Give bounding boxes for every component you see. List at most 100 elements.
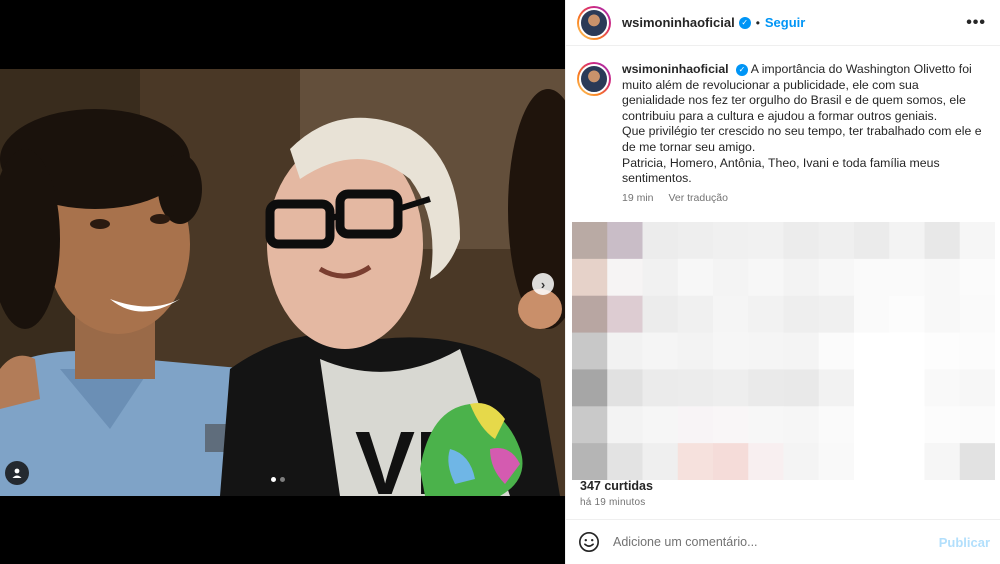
pixel-block [783, 295, 820, 334]
pixel-block [748, 258, 784, 297]
likes-count[interactable]: 347 curtidas [580, 479, 653, 493]
pixel-block [572, 332, 608, 370]
pixel-block [748, 295, 784, 334]
pixel-block [889, 369, 925, 407]
post-photo[interactable]: VI [0, 69, 565, 496]
pixel-block [924, 222, 961, 260]
post-header: wsimoninhaoficial ✓ • Seguir ••• [566, 0, 1000, 46]
pixel-block [607, 222, 643, 260]
pixel-block [572, 369, 608, 407]
pixel-block [642, 332, 679, 370]
pixel-block [713, 332, 749, 370]
author-username[interactable]: wsimoninhaoficial [622, 15, 735, 30]
post-details-panel: wsimoninhaoficial ✓ • Seguir ••• wsimoni… [565, 0, 1000, 564]
caption-body: wsimoninhaoficial ✓ A importância do Was… [622, 62, 982, 204]
pixel-block [924, 332, 961, 370]
post-date[interactable]: há 19 minutos [580, 497, 645, 508]
pixel-block [854, 332, 890, 370]
pixel-block [572, 406, 608, 444]
caption-avatar[interactable] [577, 62, 611, 96]
pixel-block [889, 295, 925, 334]
pixel-block [607, 443, 643, 480]
pixel-block [854, 443, 890, 480]
pixel-block [748, 332, 784, 370]
pixel-block [748, 443, 784, 480]
pixel-block [748, 222, 784, 260]
follow-button[interactable]: Seguir [765, 15, 805, 30]
pixel-block [854, 369, 890, 407]
emoji-icon[interactable] [578, 531, 600, 553]
pixel-block [818, 295, 855, 334]
caption-meta: 19 min Ver tradução [622, 192, 982, 204]
pixel-block [783, 332, 820, 370]
pixel-block [607, 369, 643, 407]
pixel-block [713, 406, 749, 444]
pixel-block [677, 295, 714, 334]
instagram-post-view: VI › wsimoninhaoficial ✓ • Seguir ••• ws… [0, 0, 1000, 564]
pixel-block [854, 295, 890, 334]
add-comment-bar: Publicar [566, 519, 1000, 564]
pixel-block [748, 406, 784, 444]
post-media-pane: VI › [0, 0, 565, 564]
pixel-block [959, 406, 995, 444]
pixel-block [959, 295, 995, 334]
pixel-block [854, 222, 890, 260]
next-slide-button[interactable]: › [532, 273, 554, 295]
pixel-block [959, 369, 995, 407]
pixel-block [713, 369, 749, 407]
carousel-indicator [271, 477, 285, 482]
carousel-dot-1 [271, 477, 276, 482]
photo-illustration: VI [0, 69, 565, 496]
pixel-block [924, 295, 961, 334]
pixel-block [713, 443, 749, 480]
carousel-dot-2 [280, 477, 285, 482]
pixel-block [818, 406, 855, 444]
pixel-block [713, 258, 749, 297]
pixel-block [818, 332, 855, 370]
comments-blurred-area [572, 222, 995, 480]
verified-badge-icon: ✓ [738, 16, 751, 29]
more-options-icon[interactable]: ••• [966, 14, 986, 32]
caption-line-3: Patricia, Homero, Antônia, Theo, Ivani e… [622, 155, 940, 186]
pixel-block [924, 258, 961, 297]
pixel-block [783, 258, 820, 297]
verified-badge-icon: ✓ [736, 63, 749, 76]
pixel-block [818, 222, 855, 260]
pixel-block [713, 295, 749, 334]
pixel-block [889, 443, 925, 480]
pixel-block [642, 222, 679, 260]
pixel-block [783, 369, 820, 407]
see-translation-link[interactable]: Ver tradução [668, 192, 728, 204]
pixel-block [818, 369, 855, 407]
pixel-block [959, 443, 995, 480]
pixel-block [642, 258, 679, 297]
caption-line-2: Que privilégio ter crescido no seu tempo… [622, 124, 982, 154]
author-avatar[interactable] [577, 5, 611, 40]
pixel-block [607, 332, 643, 370]
pixel-block [607, 258, 643, 297]
publish-button[interactable]: Publicar [939, 535, 990, 550]
pixel-block [677, 406, 714, 444]
pixel-block [783, 406, 820, 444]
pixel-block [889, 406, 925, 444]
post-caption: wsimoninhaoficial ✓ A importância do Was… [566, 46, 1000, 204]
caption-timestamp[interactable]: 19 min [622, 192, 654, 204]
pixel-block [783, 222, 820, 260]
pixel-block [642, 406, 679, 444]
pixelation-overlay [572, 222, 995, 480]
pixel-block [959, 258, 995, 297]
pixel-block [959, 332, 995, 370]
user-tags-button[interactable] [5, 461, 29, 485]
pixel-block [924, 406, 961, 444]
pixel-block [854, 258, 890, 297]
comment-input[interactable] [613, 535, 913, 549]
pixel-block [677, 332, 714, 370]
pixel-block [713, 222, 749, 260]
pixel-block [748, 369, 784, 407]
pixel-block [642, 369, 679, 407]
user-tag-icon [12, 468, 22, 478]
pixel-block [677, 369, 714, 407]
pixel-block [924, 443, 961, 480]
pixel-block [818, 443, 855, 480]
caption-username[interactable]: wsimoninhaoficial [622, 62, 729, 76]
